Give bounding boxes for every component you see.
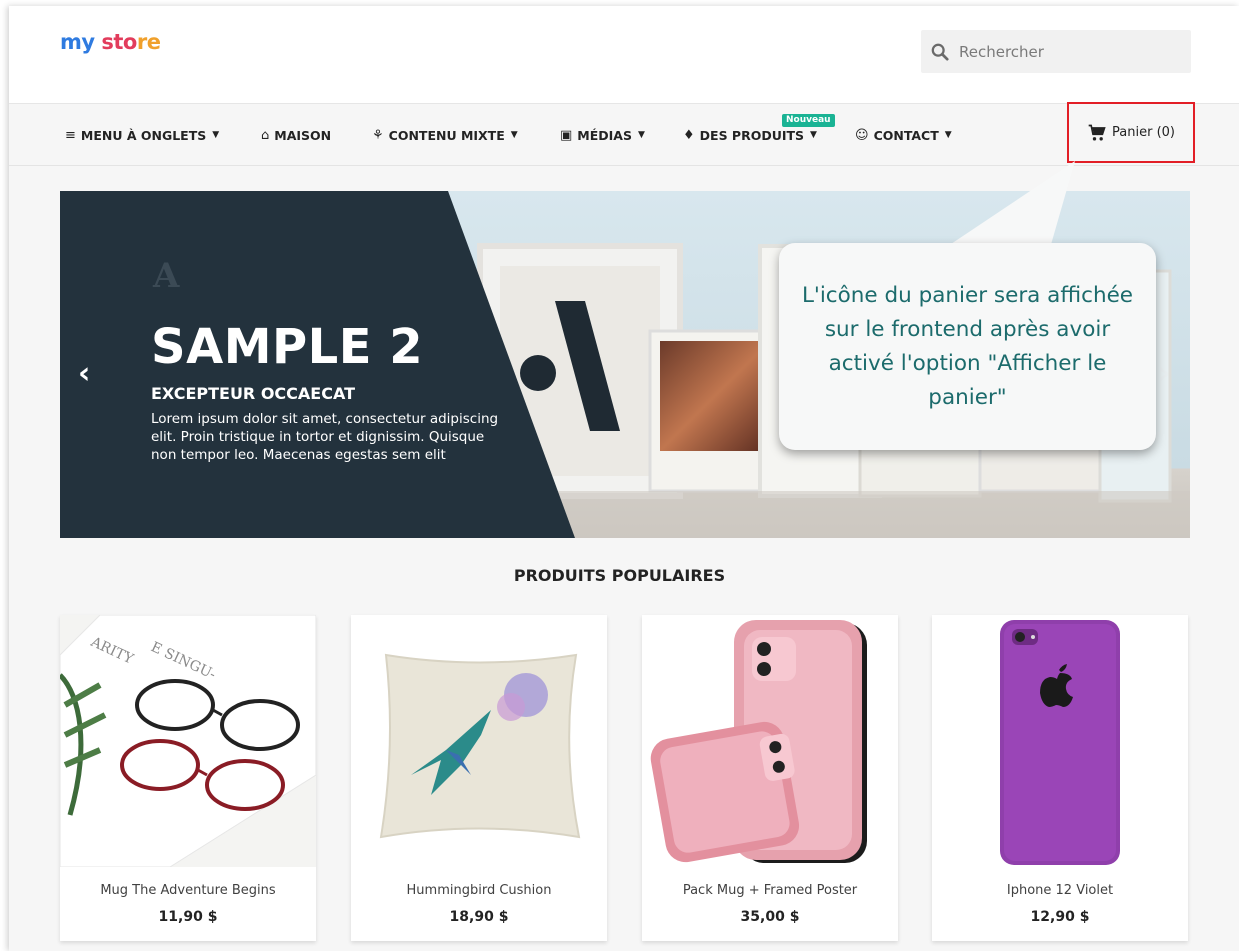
product-price: 11,90 $ bbox=[158, 909, 218, 925]
menu-item-tabs[interactable]: ≡ MENU À ONGLETS ▼ bbox=[65, 104, 219, 166]
product-price: 18,90 $ bbox=[449, 909, 509, 925]
leaf-icon: ⚘ bbox=[372, 127, 384, 143]
product-name[interactable]: Pack Mug + Framed Poster bbox=[642, 883, 898, 898]
diamond-icon: ♦ bbox=[683, 127, 695, 143]
product-price: 35,00 $ bbox=[740, 909, 800, 925]
site-header: my store bbox=[9, 6, 1239, 104]
store-logo[interactable]: my store bbox=[60, 30, 161, 54]
caret-down-icon: ▼ bbox=[510, 130, 518, 140]
product-card[interactable]: Hummingbird Cushion 18,90 $ bbox=[351, 615, 607, 941]
slide-description: Lorem ipsum dolor sit amet, consectetur … bbox=[151, 411, 499, 463]
menu-item-media[interactable]: ▣ MÉDIAS ▼ bbox=[560, 104, 645, 166]
menu-item-mixed-content[interactable]: ⚘ CONTENU MIXTE ▼ bbox=[372, 104, 518, 166]
image-icon: ▣ bbox=[560, 127, 573, 143]
slide-title: SAMPLE 2 bbox=[151, 319, 424, 375]
slide-subtitle: EXCEPTEUR OCCAECAT bbox=[151, 384, 356, 403]
menu-item-label: CONTENU MIXTE bbox=[388, 127, 505, 143]
product-name[interactable]: Iphone 12 Violet bbox=[932, 883, 1188, 898]
caret-down-icon: ▼ bbox=[212, 130, 220, 140]
caret-down-icon: ▼ bbox=[944, 130, 952, 140]
slider-prev-arrow[interactable]: ‹ bbox=[78, 356, 90, 391]
product-card[interactable]: Iphone 12 Violet 12,90 $ bbox=[932, 615, 1188, 941]
product-image-glasses: E SINGU- ARITY bbox=[60, 615, 316, 867]
caret-down-icon: ▼ bbox=[637, 130, 645, 140]
search-input[interactable] bbox=[959, 42, 1179, 61]
menu-item-label: MENU À ONGLETS bbox=[80, 127, 207, 143]
hamburger-icon: ≡ bbox=[65, 127, 76, 143]
logo-part-2: sto bbox=[94, 30, 137, 54]
menu-item-home[interactable]: ⌂ MAISON bbox=[261, 104, 331, 166]
cart-icon bbox=[1088, 124, 1106, 140]
cart-label: Panier (0) bbox=[1112, 125, 1175, 140]
menu-item-label: CONTACT bbox=[873, 127, 939, 143]
logo-part-1: my bbox=[60, 30, 95, 54]
main-menu: ≡ MENU À ONGLETS ▼ ⌂ MAISON ⚘ CONTENU MI… bbox=[9, 104, 1239, 166]
menu-item-contact[interactable]: ☺ CONTACT ▼ bbox=[855, 104, 952, 166]
menu-item-label: MÉDIAS bbox=[577, 127, 632, 143]
product-image-phone-case bbox=[642, 615, 898, 867]
menu-item-label: MAISON bbox=[274, 127, 332, 143]
product-card[interactable]: Pack Mug + Framed Poster 35,00 $ bbox=[642, 615, 898, 941]
product-name[interactable]: Hummingbird Cushion bbox=[351, 883, 607, 898]
browser-viewport: my store ≡ MENU À ONGLETS ▼ ⌂ MAISON ⚘ C… bbox=[9, 6, 1239, 951]
slider-next-arrow[interactable]: › bbox=[1158, 356, 1170, 391]
caret-down-icon: ▼ bbox=[810, 130, 817, 140]
search-icon[interactable] bbox=[931, 43, 949, 61]
menu-item-label: DES PRODUITS bbox=[699, 127, 805, 143]
search-box[interactable] bbox=[921, 30, 1191, 73]
logo-part-3: re bbox=[136, 30, 161, 54]
product-image-cushion bbox=[351, 615, 607, 867]
product-name[interactable]: Mug The Adventure Begins bbox=[60, 883, 316, 898]
new-badge: Nouveau bbox=[782, 114, 835, 127]
slide-brand-mark: A bbox=[153, 256, 180, 296]
cart-button[interactable]: Panier (0) bbox=[1067, 102, 1195, 163]
product-card[interactable]: E SINGU- ARITY Mug The Adventure Begins … bbox=[60, 615, 316, 941]
popular-products-title: PRODUITS POPULAIRES bbox=[513, 566, 726, 585]
home-icon: ⌂ bbox=[261, 127, 270, 143]
product-price: 12,90 $ bbox=[1030, 909, 1090, 925]
product-image-iphone bbox=[932, 615, 1188, 867]
homepage-slider[interactable]: A SAMPLE 2 EXCEPTEUR OCCAECAT Lorem ipsu… bbox=[60, 191, 1190, 538]
chat-icon: ☺ bbox=[855, 127, 869, 143]
